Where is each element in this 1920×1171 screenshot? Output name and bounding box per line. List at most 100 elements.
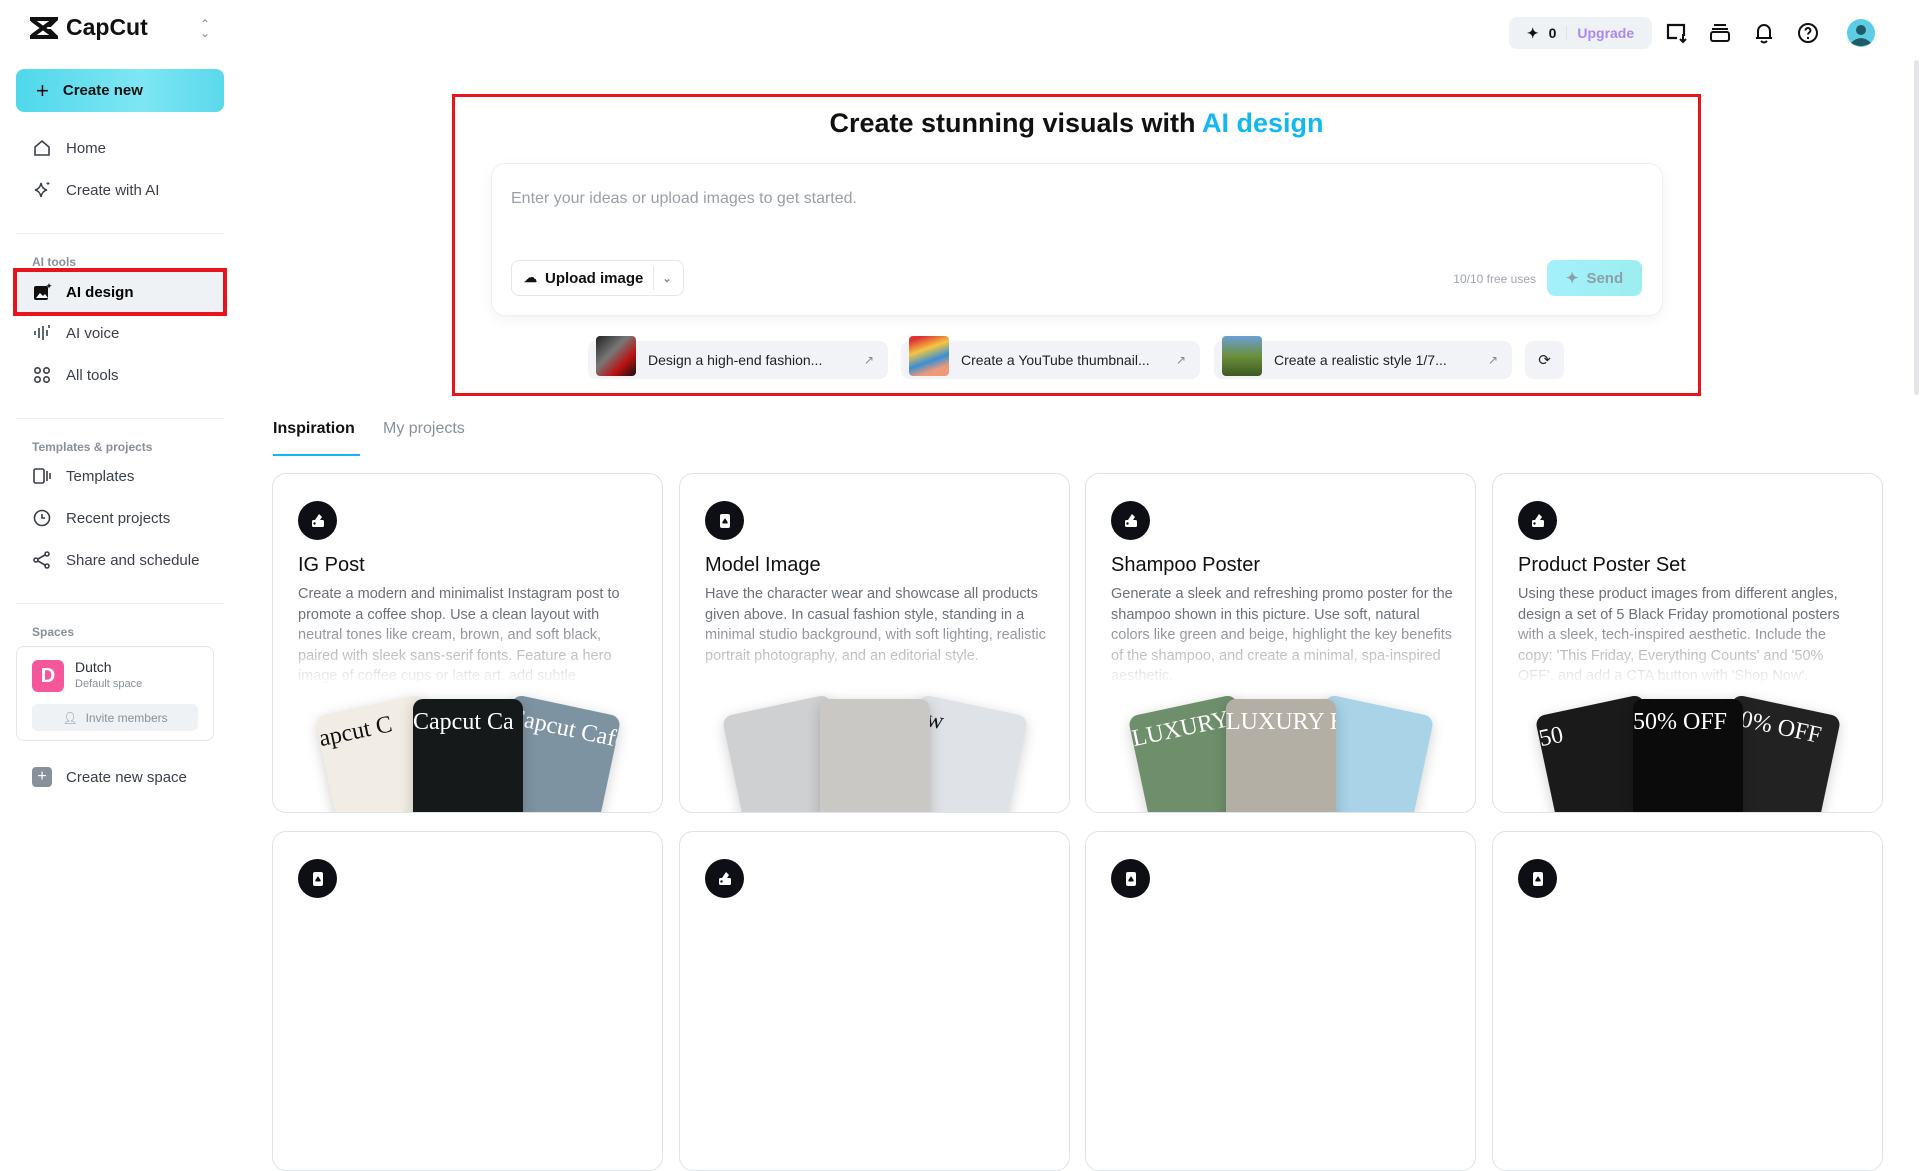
card-preview-image — [820, 699, 930, 812]
sidebar-item-create-with-ai[interactable]: Create with AI — [16, 169, 224, 211]
divider — [16, 603, 224, 604]
capcut-logo-icon — [30, 16, 58, 39]
document-icon — [719, 513, 730, 528]
card-icon — [705, 501, 744, 540]
sidebar-item-ai-design[interactable]: AI design — [13, 268, 227, 316]
inspiration-card[interactable] — [1085, 831, 1476, 1171]
suggestion-text: Design a high-end fashion... — [648, 352, 823, 368]
chevron-down-icon[interactable]: ⌄ — [662, 272, 671, 285]
capcut-logo[interactable]: CapCut — [28, 14, 148, 41]
layers-icon[interactable] — [1707, 20, 1733, 46]
document-icon — [1125, 871, 1136, 886]
upload-image-button[interactable]: ☁ Upload image ⌄ — [511, 260, 684, 296]
cloud-upload-icon: ☁ — [524, 270, 537, 285]
sidebar-item-all-tools[interactable]: All tools — [16, 354, 224, 396]
sidebar-item-templates[interactable]: Templates — [16, 455, 224, 497]
document-icon — [312, 871, 323, 886]
credits-upgrade-pill[interactable]: ✦ 0 Upgrade — [1509, 17, 1652, 49]
tab-my-projects[interactable]: My projects — [383, 420, 465, 438]
help-icon[interactable] — [1795, 20, 1821, 46]
card-description: Generate a sleek and refreshing promo po… — [1111, 586, 1453, 684]
refresh-suggestions-button[interactable]: ⟳ — [1525, 341, 1564, 379]
sparkle-icon: ✦ — [1565, 270, 1579, 287]
space-subtitle: Default space — [75, 678, 143, 690]
section-label-spaces: Spaces — [32, 625, 75, 639]
title-text: Create stunning visuals with — [829, 108, 1203, 138]
sidebar-item-label: Home — [66, 139, 107, 157]
workspace-switch-icon[interactable]: ⌃ ⌄ — [200, 18, 210, 39]
sidebar-item-share-and-schedule[interactable]: Share and schedule — [16, 539, 224, 581]
suggestion-chip[interactable]: Create a realistic style 1/7... ↗ — [1214, 336, 1512, 379]
wallet-icon — [1124, 513, 1137, 527]
plus-icon: + — [36, 77, 49, 103]
prompt-input[interactable]: Enter your ideas or upload images to get… — [511, 190, 1611, 208]
bell-icon[interactable] — [1751, 20, 1777, 46]
send-button[interactable]: ✦ Send — [1547, 260, 1642, 296]
sidebar-item-label: Templates — [66, 467, 135, 485]
sidebar-item-label: Create with AI — [66, 181, 160, 199]
card-description: Using these product images from differen… — [1518, 586, 1840, 684]
tab-inspiration[interactable]: Inspiration — [273, 420, 355, 438]
card-title: Product Poster Set — [1518, 554, 1686, 576]
inspiration-card[interactable] — [1492, 831, 1883, 1171]
wallet-icon — [718, 871, 731, 885]
card-title: Shampoo Poster — [1111, 554, 1260, 576]
plus-square-icon: + — [32, 767, 52, 787]
user-avatar[interactable] — [1846, 18, 1876, 48]
invite-members-label: Invite members — [85, 710, 168, 725]
sidebar-item-label: Recent projects — [66, 509, 171, 527]
brand-name: CapCut — [66, 14, 148, 40]
space-avatar: D — [32, 660, 64, 692]
sidebar-item-ai-voice[interactable]: AI voice — [16, 312, 224, 354]
card-icon — [298, 859, 337, 898]
card-description: Have the character wear and showcase all… — [705, 586, 1046, 664]
add-user-icon: 👤︎ — [62, 710, 78, 725]
space-name: Dutch — [75, 659, 112, 675]
suggestion-thumbnail — [1222, 336, 1262, 376]
templates-icon — [33, 468, 51, 484]
card-icon — [1518, 501, 1557, 540]
create-new-button[interactable]: + Create new — [16, 69, 224, 112]
sidebar-item-recent-projects[interactable]: Recent projects — [16, 497, 224, 539]
section-label-ai-tools: AI tools — [32, 255, 76, 269]
upload-image-label: Upload image — [545, 269, 644, 287]
suggestion-text: Create a YouTube thumbnail... — [961, 352, 1150, 368]
scrollbar[interactable] — [1914, 60, 1919, 395]
inspiration-card[interactable]: IG Post Create a modern and minimalist In… — [272, 473, 663, 813]
home-icon — [34, 139, 50, 156]
section-label-templates: Templates & projects — [32, 440, 153, 454]
card-title: Model Image — [705, 554, 821, 576]
card-icon — [1518, 859, 1557, 898]
inspiration-card[interactable] — [272, 831, 663, 1171]
card-preview-image: LUXURY HAIR ESSENCE — [1226, 699, 1336, 812]
image-sparkle-icon — [34, 283, 52, 300]
inspiration-card[interactable]: Product Poster Set Using these product im… — [1492, 473, 1883, 813]
page-title: Create stunning visuals with AI design — [452, 108, 1701, 139]
arrow-up-right-icon: ↗ — [1487, 353, 1498, 367]
sparkle-icon: ✦ — [1526, 24, 1539, 41]
card-preview-image: 50% OFF — [1633, 699, 1743, 812]
space-card[interactable]: D Dutch Default space 👤︎ Invite members — [16, 646, 214, 741]
card-icon — [705, 859, 744, 898]
upgrade-link[interactable]: Upgrade — [1577, 25, 1634, 41]
sidebar-item-home[interactable]: Home — [16, 127, 224, 169]
divider — [16, 418, 224, 419]
clock-icon — [33, 509, 51, 527]
free-uses-text: 10/10 free uses — [1453, 272, 1536, 286]
card-title: IG Post — [298, 554, 365, 576]
download-desktop-icon[interactable] — [1664, 20, 1690, 46]
inspiration-card[interactable]: Model Image Have the character wear and s… — [679, 473, 1070, 813]
inspiration-card[interactable]: Shampoo Poster Generate a sleek and refre… — [1085, 473, 1476, 813]
card-description: Create a modern and minimalist Instagram… — [298, 586, 620, 684]
invite-members-button[interactable]: 👤︎ Invite members — [32, 704, 198, 731]
suggestion-chip[interactable]: Create a YouTube thumbnail... ↗ — [901, 336, 1200, 379]
send-label: Send — [1586, 269, 1624, 287]
suggestion-text: Create a realistic style 1/7... — [1274, 352, 1447, 368]
arrow-up-right-icon: ↗ — [1175, 353, 1186, 367]
sidebar-item-label: AI design — [66, 283, 134, 301]
card-preview-image: Capcut Ca — [413, 699, 523, 812]
grid-icon — [33, 366, 51, 384]
create-new-space-button[interactable]: + Create new space — [16, 756, 224, 798]
inspiration-card[interactable] — [679, 831, 1070, 1171]
suggestion-chip[interactable]: Design a high-end fashion... ↗ — [588, 336, 888, 379]
